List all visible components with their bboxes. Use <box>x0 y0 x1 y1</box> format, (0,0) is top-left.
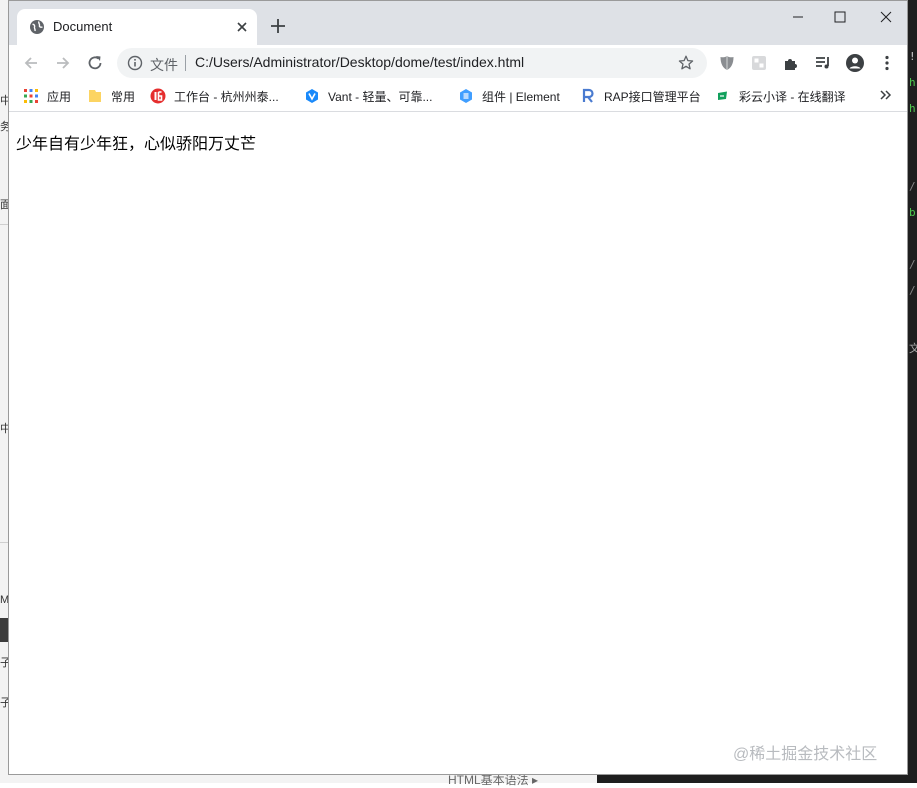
extensions-puzzle-icon[interactable] <box>781 53 801 73</box>
bookmark-apps[interactable]: 应用 <box>23 87 71 105</box>
workbench-icon <box>150 88 166 104</box>
bg-fragment: 文 <box>909 342 917 355</box>
apps-grid-icon <box>24 89 38 103</box>
bookmark-label: 应用 <box>47 89 72 104</box>
bookmark-label: 彩云小译 - 在线翻译 <box>739 89 846 104</box>
info-icon[interactable] <box>127 55 143 71</box>
profile-avatar-icon[interactable] <box>845 53 865 73</box>
maximize-icon[interactable] <box>829 7 851 27</box>
bookmark-label: 工作台 - 杭州州泰... <box>174 89 279 104</box>
bookmark-label: 常用 <box>111 89 136 104</box>
more-menu-icon[interactable] <box>877 53 897 73</box>
bg-fragment: h <box>909 76 916 89</box>
rap-icon <box>582 88 594 103</box>
extension-shield-icon[interactable] <box>717 53 737 73</box>
address-bar[interactable]: 文件 C:/Users/Administrator/Desktop/dome/t… <box>117 48 707 78</box>
page-viewport: 少年自有少年狂，心似骄阳万丈芒 @稀土掘金技术社区 <box>9 112 907 774</box>
scheme-label: 文件 <box>150 57 178 73</box>
bookmark-label: 组件 | Element <box>482 89 560 104</box>
tab-document[interactable]: Document <box>17 9 257 45</box>
bookmark-caiyun[interactable]: 彩云小译 - 在线翻译 <box>715 87 846 105</box>
scheme-separator <box>185 55 186 71</box>
new-tab-button[interactable] <box>267 15 289 37</box>
bookmark-label: Vant - 轻量、可靠... <box>328 89 433 104</box>
caiyun-icon <box>718 91 727 100</box>
background-editor-panel: ! h h / b / / 文 <box>908 0 917 783</box>
url-text[interactable]: C:/Users/Administrator/Desktop/dome/test… <box>195 54 524 70</box>
bookmark-rap[interactable]: RAP接口管理平台 <box>580 87 701 105</box>
bookmark-element[interactable]: 组件 | Element <box>458 87 560 105</box>
bg-fragment: ! <box>909 50 916 63</box>
bg-fragment: / <box>909 180 916 193</box>
bookmarks-bar: 应用 常用 工作台 - 杭州州泰... Vant - 轻量、可靠... 组件 |… <box>9 81 907 112</box>
page-body-text: 少年自有少年狂，心似骄阳万丈芒 <box>16 136 257 153</box>
watermark: @稀土掘金技术社区 <box>733 746 878 763</box>
background-bottom-strip: HTML基本语法 ▸ <box>0 773 917 787</box>
tab-title: Document <box>53 19 113 34</box>
folder-icon <box>89 90 101 102</box>
bookmark-vant[interactable]: Vant - 轻量、可靠... <box>304 87 432 105</box>
browser-toolbar: 文件 C:/Users/Administrator/Desktop/dome/t… <box>9 45 907 81</box>
tab-strip: Document <box>9 1 907 45</box>
element-icon <box>460 89 472 103</box>
vant-icon <box>306 89 318 103</box>
bookmarks-overflow-icon[interactable] <box>877 86 895 104</box>
extension-qr-icon[interactable] <box>749 53 769 73</box>
bg-fragment: / <box>909 258 916 271</box>
bg-fragment: b <box>909 206 916 219</box>
bookmark-workbench[interactable]: 工作台 - 杭州州泰... <box>150 87 279 105</box>
bookmark-label: RAP接口管理平台 <box>604 89 701 104</box>
reload-icon[interactable] <box>85 53 105 73</box>
globe-icon <box>30 20 44 34</box>
minimize-icon[interactable] <box>787 7 809 27</box>
bookmark-star-icon[interactable] <box>677 54 695 72</box>
window-close-icon[interactable] <box>875 7 897 27</box>
bg-fragment: / <box>909 284 916 297</box>
back-arrow-icon[interactable] <box>21 53 41 73</box>
browser-window: Document 文件 C:/Users/Administrator/Deskt… <box>8 0 908 775</box>
media-queue-icon[interactable] <box>813 53 833 73</box>
forward-arrow-icon[interactable] <box>53 53 73 73</box>
close-icon[interactable] <box>233 18 251 36</box>
bg-dark-strip <box>597 775 917 783</box>
bg-fragment: h <box>909 102 916 115</box>
bookmark-common[interactable]: 常用 <box>87 87 135 105</box>
